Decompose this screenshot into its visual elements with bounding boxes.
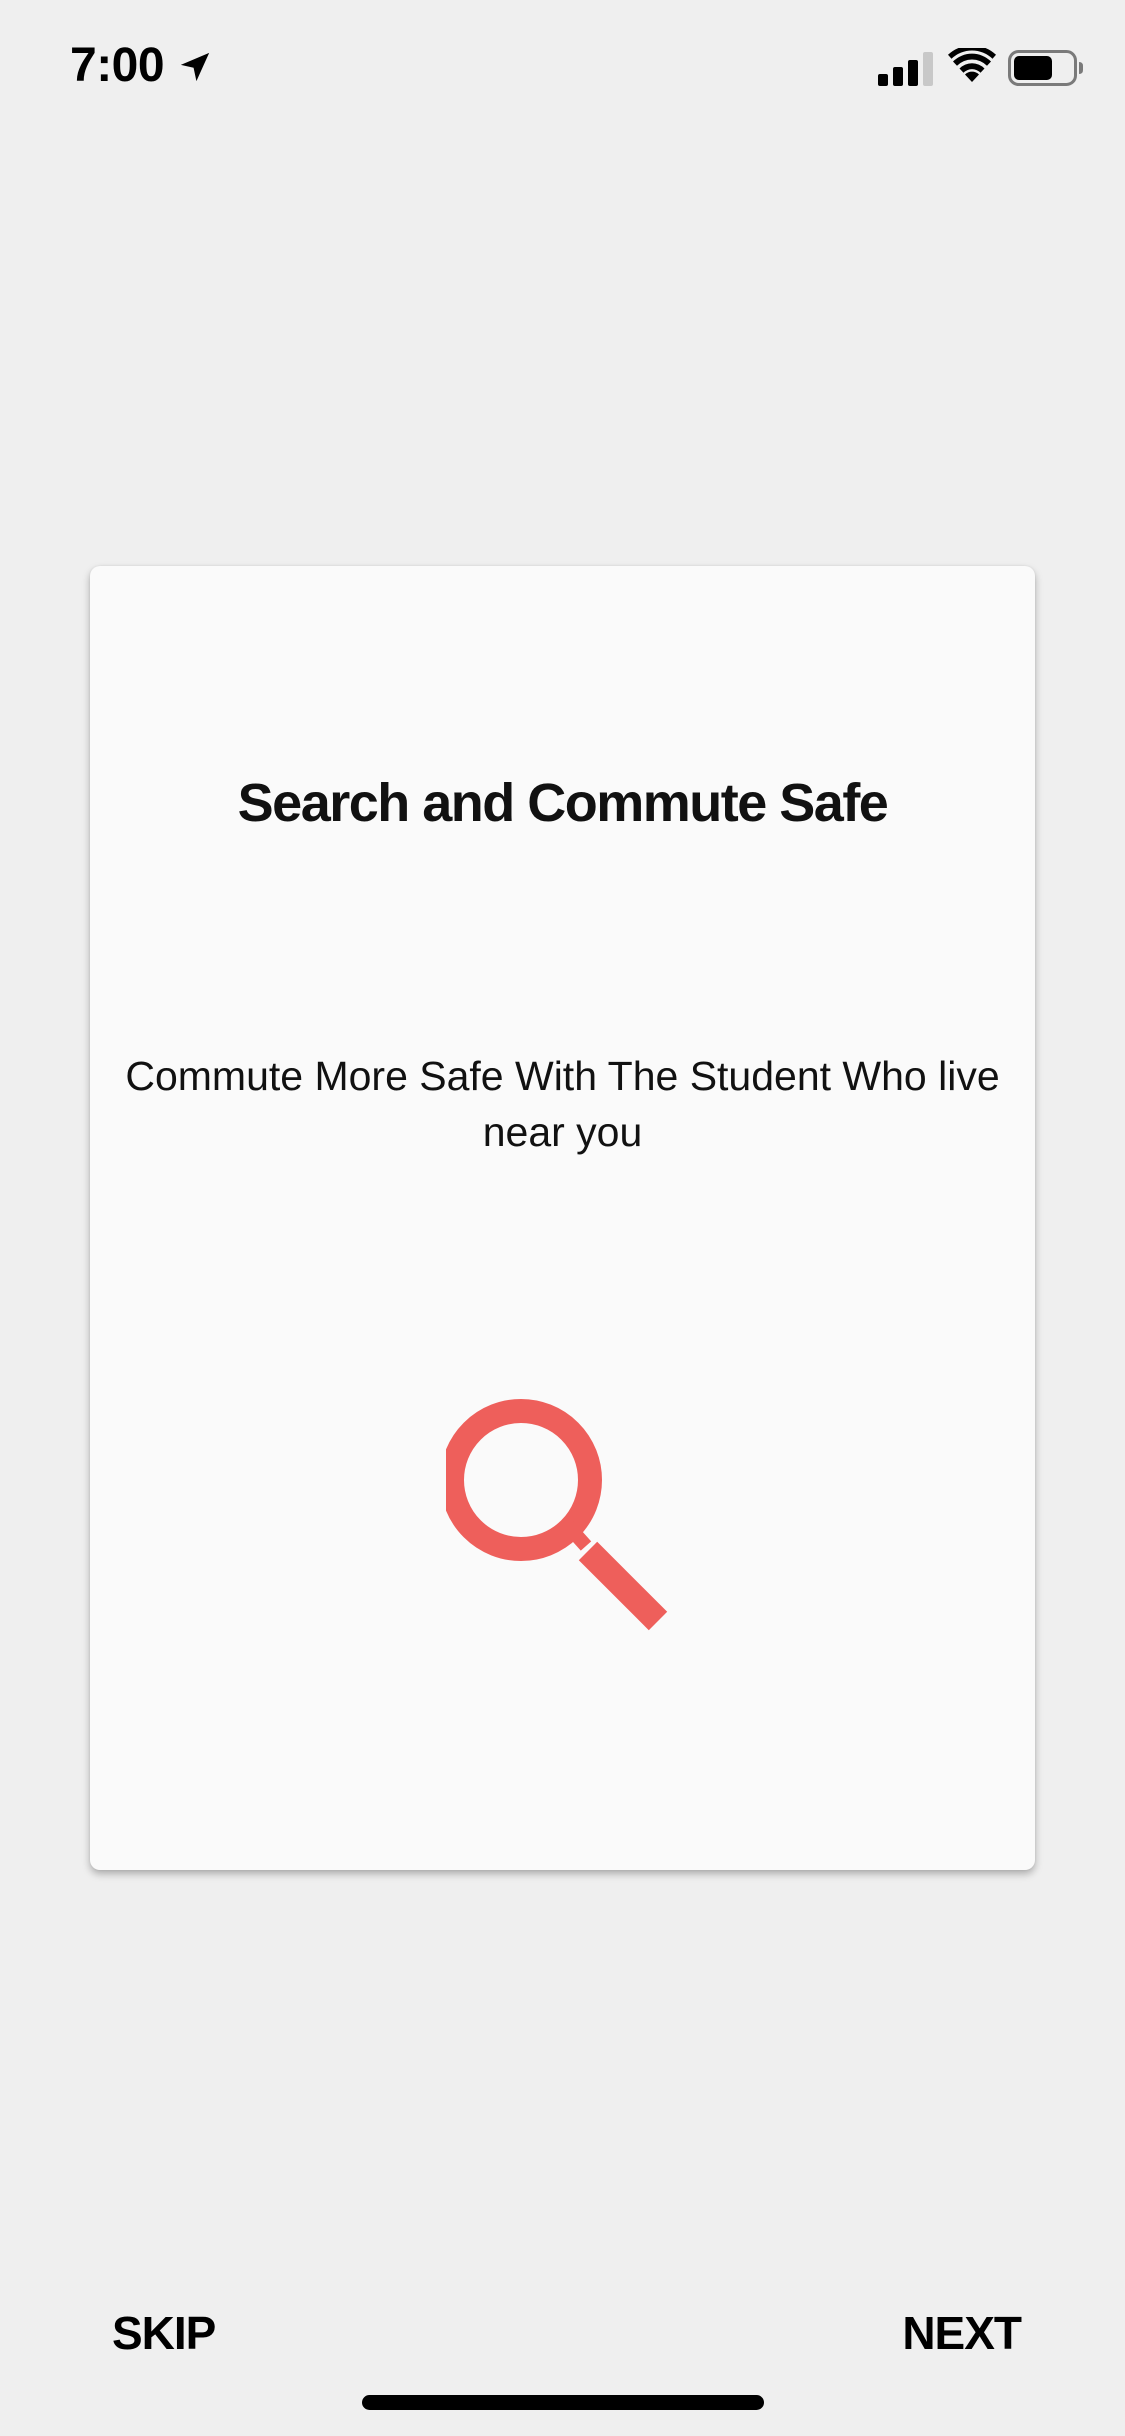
onboarding-card: Search and Commute Safe Commute More Saf… (90, 566, 1035, 1870)
signal-icon (878, 52, 933, 86)
home-indicator[interactable] (362, 2395, 764, 2410)
wifi-icon (948, 48, 996, 82)
status-bar: 7:00 (0, 0, 1125, 140)
onboarding-title: Search and Commute Safe (237, 773, 889, 833)
next-button[interactable]: NEXT (902, 2306, 1022, 2360)
battery-icon (1008, 50, 1083, 86)
status-time: 7:00 (70, 39, 165, 92)
skip-button[interactable]: SKIP (112, 2306, 216, 2360)
search-icon (446, 1399, 668, 1631)
onboarding-subtitle: Commute More Safe With The Student Who l… (125, 1053, 1000, 1155)
location-arrow-icon (180, 52, 210, 82)
onboarding-screen: 7:00 Search and Commute Safe Commute Mor… (0, 0, 1125, 2436)
